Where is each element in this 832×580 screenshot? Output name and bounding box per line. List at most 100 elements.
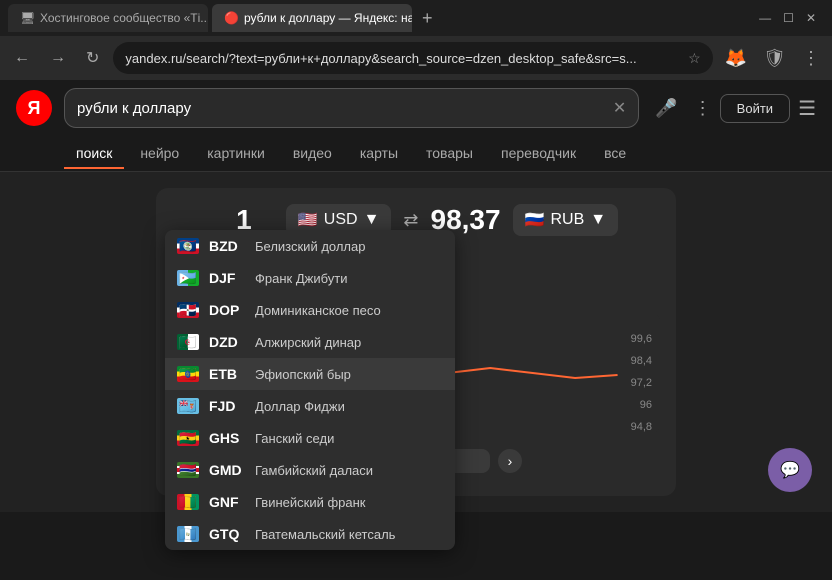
chart-values: 99,6 98,4 97,2 96 94,8 <box>631 333 652 433</box>
dropdown-item-GHS[interactable]: 🇬🇭 GHS Ганский седи <box>165 422 455 454</box>
to-currency-select[interactable]: 🇷🇺 RUB ▼ <box>513 204 619 236</box>
name-FJD: Доллар Фиджи <box>255 399 345 414</box>
to-currency-chevron: ▼ <box>590 211 606 229</box>
chart-val-4: 96 <box>631 399 652 411</box>
new-tab-button[interactable]: + <box>416 8 439 29</box>
tab1-favicon: 🖥 <box>20 11 34 25</box>
tab-images-label: картинки <box>207 145 265 161</box>
dropdown-item-DOP[interactable]: 🇩🇴DOPДоминиканское песо <box>165 294 455 326</box>
dropdown-item-GTQ[interactable]: 🇬🇹 GTQ Гватемальский кетсаль <box>165 518 455 550</box>
tab-neuro[interactable]: нейро <box>128 139 191 169</box>
flag-BZD: 🇧🇿 <box>177 238 199 254</box>
tab1-label: Хостинговое сообщество «Тi... <box>40 11 208 25</box>
shield-icon[interactable]: 🛡 <box>759 44 790 73</box>
name-GHS: Ганский седи <box>255 431 334 446</box>
main-content: 1 🇺🇸 USD ▼ ⇄ 98,37 🇷🇺 RUB ▼ ЦБ РФ 1 Долл… <box>0 172 832 512</box>
hamburger-menu-icon[interactable]: ☰ <box>798 96 816 121</box>
dropdown-item-BZD[interactable]: 🇧🇿 BZD Белизский доллар <box>165 230 455 262</box>
code-DZD: DZD <box>209 334 245 350</box>
usd-flag-icon: 🇺🇸 <box>298 210 318 230</box>
forward-button[interactable]: → <box>44 45 72 71</box>
swap-currencies-button[interactable]: ⇄ <box>403 210 418 231</box>
address-bar-row: ← → ↻ yandex.ru/search/?text=рубли+к+дол… <box>0 36 832 80</box>
from-currency-chevron: ▼ <box>364 211 380 229</box>
flag-GTQ: 🇬🇹 <box>177 526 199 542</box>
tab-search[interactable]: поиск <box>64 139 124 169</box>
address-text: yandex.ru/search/?text=рубли+к+доллару&s… <box>125 51 680 66</box>
tab-all[interactable]: все <box>592 139 638 169</box>
to-currency-code: RUB <box>551 211 585 229</box>
flag-GNF: 🇬🇳 <box>177 494 199 510</box>
chart-val-2: 98,4 <box>631 355 652 367</box>
code-FJD: FJD <box>209 398 245 414</box>
fab-button[interactable]: 💬 <box>768 448 812 492</box>
dropdown-item-GNF[interactable]: 🇬🇳 GNF Гвинейский франк <box>165 486 455 518</box>
browser-chrome: 🖥 Хостинговое сообщество «Тi... ✕ 🔴 рубл… <box>0 0 832 80</box>
chart-val-3: 97,2 <box>631 377 652 389</box>
yandex-logo[interactable]: Я <box>16 90 52 126</box>
next-card-button[interactable]: › <box>498 449 522 473</box>
flag-GHS: 🇬🇭 <box>177 430 199 446</box>
name-GNF: Гвинейский франк <box>255 495 366 510</box>
dropdown-item-GMD[interactable]: 🇬🇲GMDГамбийский даласи <box>165 454 455 486</box>
yandex-header: Я ✕ 🎤 ⋮ Войти ☰ <box>0 80 832 136</box>
flag-ETB: 🇪🇹 <box>177 366 199 382</box>
tab-images[interactable]: картинки <box>195 139 277 169</box>
tab-maps[interactable]: карты <box>348 139 410 169</box>
tab-shop[interactable]: товары <box>414 139 485 169</box>
tab-2[interactable]: 🔴 рубли к доллару — Яндекс: на... ✕ <box>212 4 412 32</box>
name-GMD: Гамбийский даласи <box>255 463 373 478</box>
search-bar[interactable]: ✕ <box>64 88 639 128</box>
browser-actions: 🦊 🛡 ⋮ <box>721 44 824 73</box>
nav-tabs: поиск нейро картинки видео карты товары … <box>0 136 832 172</box>
code-DJF: DJF <box>209 270 245 286</box>
tab-bar: 🖥 Хостинговое сообщество «Тi... ✕ 🔴 рубл… <box>0 0 832 36</box>
name-BZD: Белизский доллар <box>255 239 365 254</box>
reload-button[interactable]: ↻ <box>80 44 105 72</box>
tab-all-label: все <box>604 145 626 161</box>
currency-dropdown[interactable]: 🇧🇿BZDБелизский доллар🇩🇯DJFФранк Джибути🇩… <box>165 230 455 550</box>
flag-DZD: 🇩🇿 <box>177 334 199 350</box>
tab-translate-label: переводчик <box>501 145 576 161</box>
code-GNF: GNF <box>209 494 245 510</box>
more-icon[interactable]: ⋮ <box>798 44 824 73</box>
dots-menu-icon[interactable]: ⋮ <box>694 98 712 119</box>
login-button[interactable]: Войти <box>720 94 790 123</box>
flag-FJD: 🇫🇯 <box>177 398 199 414</box>
flag-DJF: 🇩🇯 <box>177 270 199 286</box>
tab-shop-label: товары <box>426 145 473 161</box>
tab2-favicon: 🔴 <box>224 11 238 25</box>
close-window-button[interactable]: ✕ <box>806 11 816 25</box>
flag-DOP: 🇩🇴 <box>177 302 199 318</box>
dropdown-item-ETB[interactable]: 🇪🇹ETBЭфиопский быр <box>165 358 455 390</box>
code-GTQ: GTQ <box>209 526 245 542</box>
minimize-button[interactable]: — <box>759 11 771 25</box>
tab-1[interactable]: 🖥 Хостинговое сообщество «Тi... ✕ <box>8 4 208 32</box>
address-icons: ☆ <box>688 50 701 67</box>
name-GTQ: Гватемальский кетсаль <box>255 527 395 542</box>
address-bar[interactable]: yandex.ru/search/?text=рубли+к+доллару&s… <box>113 42 712 74</box>
header-right: ⋮ Войти ☰ <box>694 94 816 123</box>
tab-neuro-label: нейро <box>140 145 179 161</box>
search-clear-icon[interactable]: ✕ <box>613 98 626 118</box>
window-controls: — ☐ ✕ <box>759 11 824 25</box>
code-GMD: GMD <box>209 462 245 478</box>
back-button[interactable]: ← <box>8 45 36 71</box>
star-icon[interactable]: ☆ <box>688 50 701 67</box>
code-DOP: DOP <box>209 302 245 318</box>
maximize-button[interactable]: ☐ <box>783 11 794 25</box>
chart-val-1: 99,6 <box>631 333 652 345</box>
rub-flag-icon: 🇷🇺 <box>525 210 545 230</box>
tab-translate[interactable]: переводчик <box>489 139 588 169</box>
tab-video[interactable]: видео <box>281 139 344 169</box>
search-input[interactable] <box>77 100 605 117</box>
fox-icon[interactable]: 🦊 <box>721 44 751 73</box>
voice-search-icon[interactable]: 🎤 <box>651 98 681 119</box>
tab-search-label: поиск <box>76 145 112 161</box>
tab-maps-label: карты <box>360 145 398 161</box>
dropdown-item-DZD[interactable]: 🇩🇿DZDАлжирский динар <box>165 326 455 358</box>
dropdown-item-DJF[interactable]: 🇩🇯DJFФранк Джибути <box>165 262 455 294</box>
code-GHS: GHS <box>209 430 245 446</box>
code-BZD: BZD <box>209 238 245 254</box>
dropdown-item-FJD[interactable]: 🇫🇯 FJD Доллар Фиджи <box>165 390 455 422</box>
